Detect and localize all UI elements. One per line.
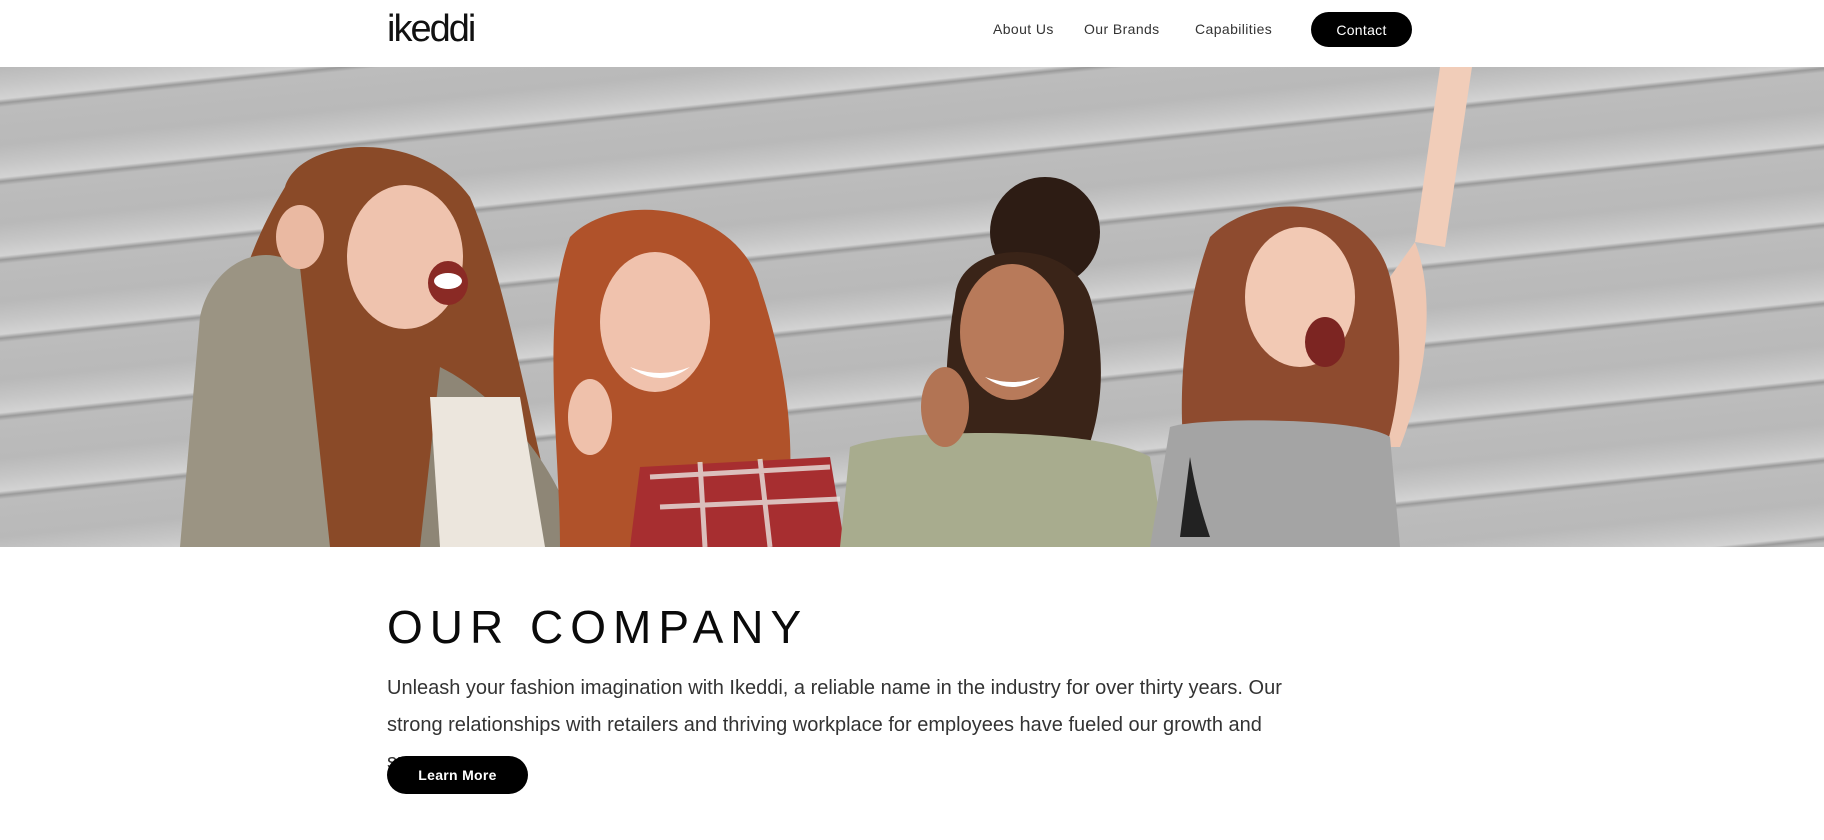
nav-link-capabilities[interactable]: Capabilities [1195,21,1272,37]
hero-illustration [180,67,1472,547]
hero-image [0,67,1824,547]
person-1 [180,147,580,547]
section-title: OUR COMPANY [387,601,809,653]
nav-link-our-brands[interactable]: Our Brands [1084,21,1160,37]
person-3 [840,177,1165,547]
nav-link-about-us[interactable]: About Us [993,21,1054,37]
person-2 [553,209,845,547]
site-header: ikeddi About Us Our Brands Capabilities … [0,0,1824,67]
company-section: OUR COMPANY Unleash your fashion imagina… [387,600,1487,781]
section-description: Unleash your fashion imagination with Ik… [387,677,1282,773]
person-4 [1150,67,1472,547]
main-nav: About Us Our Brands Capabilities Contact [0,0,1824,67]
contact-button[interactable]: Contact [1311,12,1412,47]
learn-more-button[interactable]: Learn More [387,756,528,794]
